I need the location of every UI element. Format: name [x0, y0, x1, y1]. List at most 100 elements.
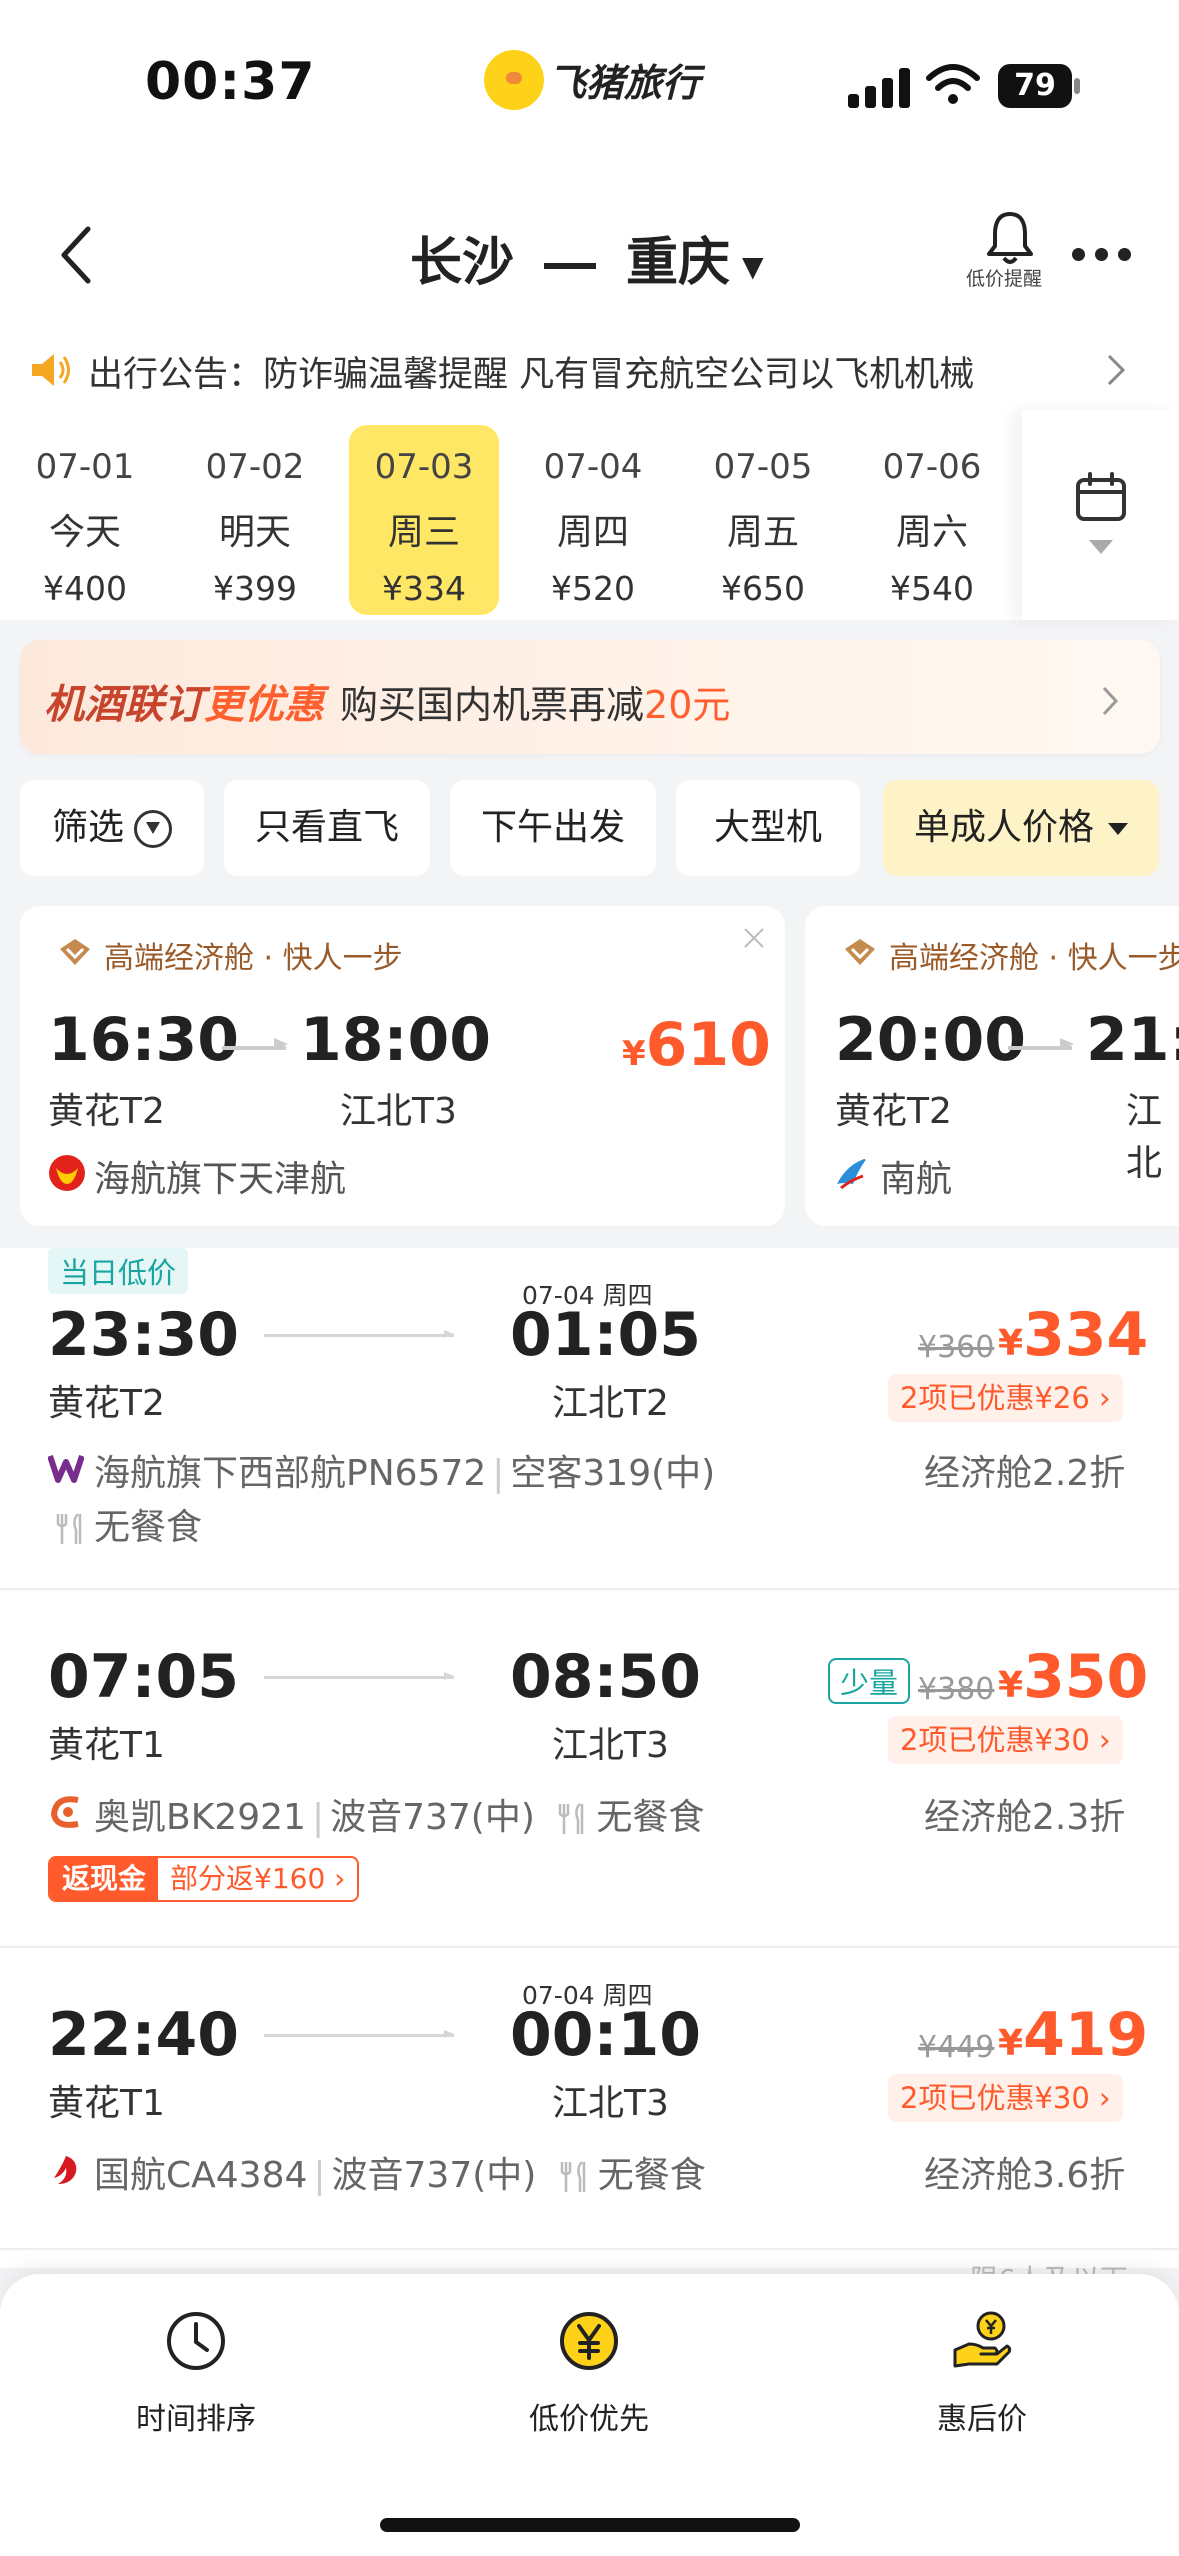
recommended-price: ¥610 [622, 1010, 771, 1080]
date-item-07-02[interactable]: 07-02 明天 ¥399 [180, 425, 330, 615]
date-item-07-01[interactable]: 07-01 今天 ¥400 [10, 425, 160, 615]
weekday-label: 明天 [218, 512, 291, 553]
date-item-07-06[interactable]: 07-06 周六 ¥540 [857, 425, 1007, 615]
sort-by-time-tab[interactable]: 时间排序 [76, 2300, 316, 2438]
destination-city: 重庆 [626, 233, 731, 293]
date-price: ¥399 [213, 569, 297, 608]
more-icon[interactable] [1072, 248, 1132, 262]
arrival-terminal: 江北T2 [552, 1383, 669, 1424]
currency-symbol: ¥ [622, 1034, 646, 1074]
meal-label: 无餐食 [597, 2155, 706, 2196]
promo-description: 购买国内机票再减20元 [340, 674, 730, 729]
direct-only-filter[interactable]: 只看直飞 [224, 780, 430, 876]
meal-label: 无餐食 [94, 1507, 203, 1548]
discount-tag[interactable]: 2项已优惠¥30 › [888, 1716, 1123, 1764]
battery-tip [1074, 78, 1080, 94]
date-label: 07-03 [374, 447, 474, 487]
aircraft-type: 波音737(中) [330, 1797, 535, 1838]
tianjin-airlines-logo-icon [49, 1155, 85, 1191]
departure-terminal: 黄花T2 [48, 1383, 165, 1424]
arrival-terminal: 江北 [1126, 1091, 1163, 1184]
date-price: ¥400 [43, 569, 127, 608]
clock: 00:37 [145, 52, 316, 112]
promo-desc-a: 购买国内机票再减 [340, 683, 645, 727]
flight-line [264, 1330, 454, 1338]
arrival-time: 00:10 [510, 2000, 701, 2070]
route-dash [544, 263, 597, 269]
back-chevron-icon[interactable] [56, 225, 96, 285]
clock-icon [167, 2312, 225, 2370]
route-title[interactable]: 长沙 重庆 ▼ [410, 220, 764, 295]
caret-down-icon [1108, 823, 1128, 835]
airline-info: 海航旗下西部航PN6572 | 空客319(中) [94, 1444, 715, 1496]
price-value: 334 [1023, 1300, 1149, 1370]
cashback-tag[interactable]: 返现金 部分返¥160 › [48, 1856, 360, 1902]
arrival-time: 21: [1086, 1005, 1179, 1075]
original-price: ¥449 [918, 2030, 995, 2065]
arrival-time: 18:00 [300, 1005, 491, 1075]
flight-price: ¥350 [998, 1642, 1148, 1712]
filter-funnel-icon [134, 810, 172, 848]
separator: | [492, 1453, 505, 1494]
large-aircraft-filter[interactable]: 大型机 [676, 780, 860, 876]
price-mode-dropdown[interactable]: 单成人价格 [883, 780, 1159, 876]
date-label: 07-02 [205, 447, 305, 487]
original-price: ¥360 [918, 1330, 995, 1365]
close-icon[interactable] [742, 926, 766, 950]
price-value: 350 [1023, 1642, 1149, 1712]
lowest-price-badge: 当日低价 [48, 1248, 189, 1294]
airline-name: 海航旗下天津航 [94, 1159, 347, 1200]
airline-info: 奥凯BK2921 | 波音737(中) 无餐食 [94, 1788, 704, 1840]
airline-flight-no: 奥凯BK2921 [94, 1797, 306, 1838]
weekday-label: 今天 [48, 512, 121, 553]
sort-by-lowest-price-tab[interactable]: 低价优先 [469, 2300, 709, 2438]
cellular-signal-icon [848, 68, 912, 108]
weekday-label: 周五 [726, 512, 799, 553]
departure-time: 16:30 [48, 1005, 239, 1075]
departure-terminal: 黄花T2 [48, 1091, 165, 1132]
chevron-right-icon[interactable] [1100, 684, 1120, 718]
date-price: ¥540 [890, 569, 974, 608]
cabin-discount: 经济舱2.3折 [924, 1797, 1126, 1838]
departure-time: 20:00 [835, 1005, 1026, 1075]
discount-tag[interactable]: 2项已优惠¥30 › [888, 2074, 1123, 2122]
chevron-right-icon[interactable] [1105, 352, 1127, 388]
departure-terminal: 黄花T1 [48, 1725, 165, 1766]
cabin-discount: 经济舱2.2折 [924, 1453, 1126, 1494]
caret-down-icon[interactable] [1089, 540, 1113, 554]
original-price: ¥380 [918, 1672, 995, 1707]
meal-label: 无餐食 [596, 1797, 705, 1838]
cashback-amount: 部分返¥160 › [170, 1862, 346, 1895]
filter-button[interactable]: 筛选 [20, 780, 204, 876]
currency-symbol: ¥ [998, 1323, 1024, 1364]
arrival-terminal: 江北T3 [340, 1091, 457, 1132]
meal-info: 无餐食 [56, 1498, 202, 1550]
date-item-07-04[interactable]: 07-04 周四 ¥520 [518, 425, 668, 615]
weekday-label: 周四 [556, 512, 629, 553]
flight-line [264, 1672, 454, 1680]
date-price: ¥334 [382, 569, 466, 608]
afternoon-departure-filter[interactable]: 下午出发 [450, 780, 656, 876]
notice-text[interactable]: 出行公告：防诈骗温馨提醒 凡有冒充航空公司以飞机机械 [88, 346, 1068, 397]
home-indicator [380, 2518, 800, 2532]
date-price: ¥520 [551, 569, 635, 608]
aircraft-type: 波音737(中) [331, 2155, 537, 2196]
no-meal-icon [559, 1803, 584, 1834]
date-item-07-05[interactable]: 07-05 周五 ¥650 [688, 425, 838, 615]
calendar-icon[interactable] [1075, 472, 1127, 522]
separator: | [313, 2155, 326, 2196]
date-item-07-03-selected[interactable]: 07-03 周三 ¥334 [349, 425, 499, 615]
price-alert-label[interactable]: 低价提醒 [966, 264, 1042, 291]
promo-title: 机酒联订更优惠 [44, 672, 324, 730]
discount-tag[interactable]: 2项已优惠¥26 › [888, 1374, 1123, 1422]
arrival-time: 08:50 [510, 1642, 701, 1712]
bell-icon[interactable] [985, 210, 1035, 266]
no-meal-icon [56, 1513, 82, 1544]
price-mode-label: 单成人价格 [913, 807, 1094, 848]
airline-flight-no: 海航旗下西部航PN6572 [94, 1453, 487, 1494]
departure-time: 23:30 [48, 1300, 239, 1370]
premium-badge-icon [60, 939, 90, 965]
flight-arrow [1008, 1038, 1074, 1050]
fliggy-logo-icon [484, 50, 544, 110]
discounted-price-tab[interactable]: 惠后价 [862, 2300, 1102, 2438]
